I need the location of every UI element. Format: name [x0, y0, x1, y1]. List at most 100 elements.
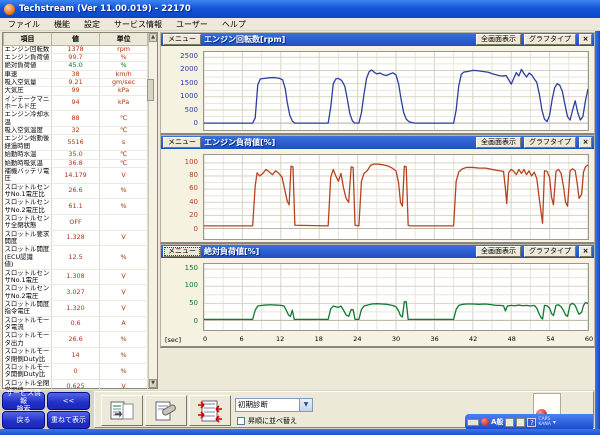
- title-bar[interactable]: Techstream (Ver 11.00.019) - 22170: [0, 0, 600, 18]
- cell-value: 99: [52, 87, 100, 95]
- scrollbar-thumb[interactable]: [147, 79, 154, 101]
- table-row[interactable]: エンジン回転数1378rpm: [4, 45, 148, 53]
- chart-absload-close-icon[interactable]: ×: [579, 246, 592, 257]
- cell-name: 始動時吸気温: [4, 159, 52, 167]
- diagnosis-mode-dropdown[interactable]: 初期診断 ▼: [235, 398, 313, 412]
- chart-rpm-fullscreen-button[interactable]: 全画面表示: [476, 34, 521, 45]
- chevron-down-icon[interactable]: ▼: [299, 399, 312, 411]
- table-row[interactable]: 吸入空気温度32℃: [4, 127, 148, 135]
- table-row[interactable]: スロットルセンサNo.1電圧比26.6%: [4, 183, 148, 199]
- chart-absload-y-axis: 050100150: [161, 263, 203, 331]
- chart-absload-menu-button[interactable]: メニュー: [163, 246, 201, 257]
- cell-name: エンジン冷却水温: [4, 111, 52, 127]
- table-row[interactable]: 大気圧99kPa: [4, 87, 148, 95]
- sort-ascending-checkbox[interactable]: [237, 417, 245, 425]
- chart-absload-graphtype-button[interactable]: グラフタイプ: [524, 246, 576, 257]
- scroll-up-icon[interactable]: ▲: [149, 33, 157, 42]
- ime-help-icon[interactable]: ?: [527, 418, 536, 427]
- ime-dictionary-icon[interactable]: [505, 418, 514, 427]
- menu-file[interactable]: ファイル: [8, 19, 40, 30]
- table-row[interactable]: 始動時吸気温36.8℃: [4, 159, 148, 167]
- chart-rpm-close-icon[interactable]: ×: [579, 34, 592, 45]
- cell-name: スロットルセンサNo.1電圧: [4, 269, 52, 285]
- ime-status-icon[interactable]: [481, 418, 489, 426]
- menu-settings[interactable]: 設定: [84, 19, 100, 30]
- table-row[interactable]: スロットルモータ閉側Duty比14%: [4, 348, 148, 364]
- cell-unit: V: [100, 167, 148, 183]
- menu-help[interactable]: ヘルプ: [222, 19, 246, 30]
- y-axis-label: 500: [185, 106, 198, 114]
- table-row[interactable]: 絶対負荷値45.0%: [4, 62, 148, 70]
- table-row[interactable]: スロットルモータ開側Duty比0%: [4, 363, 148, 379]
- pid-table: 項目 値 単位 エンジン回転数1378rpmエンジン負荷値99.7%絶対負荷値4…: [3, 33, 148, 435]
- sort-ascending-label: 昇順に並べ替え: [248, 416, 297, 426]
- cell-value: 26.6: [52, 183, 100, 199]
- x-axis-tick: 6: [240, 335, 244, 343]
- overlay-display-button[interactable]: 重ねて表示: [47, 411, 90, 429]
- table-row[interactable]: エンジン冷却水温88℃: [4, 111, 148, 127]
- ime-options-chevron-icon[interactable]: ▾: [553, 419, 556, 426]
- column-header-value[interactable]: 値: [52, 33, 100, 45]
- x-axis-tick: 42: [469, 335, 477, 343]
- cell-unit: V: [100, 230, 148, 246]
- cell-value: 1.328: [52, 230, 100, 246]
- service-info-search-button[interactable]: サービス情報 検索: [2, 392, 45, 410]
- column-header-unit[interactable]: 単位: [100, 33, 148, 45]
- x-axis-unit-label: [sec]: [161, 336, 203, 344]
- cell-value: 88: [52, 111, 100, 127]
- sort-ascending-option[interactable]: 昇順に並べ替え: [237, 416, 297, 426]
- x-axis-tick: 36: [430, 335, 438, 343]
- chart-rpm-menu-button[interactable]: メニュー: [163, 34, 201, 45]
- table-row[interactable]: スロットルセンサ全閉状態OFF: [4, 215, 148, 231]
- x-axis-tick: 12: [276, 335, 284, 343]
- table-row[interactable]: 始動時水温35.0℃: [4, 151, 148, 159]
- taskbar-edge: [0, 429, 600, 435]
- table-row[interactable]: スロットルセンサNo.2電圧比61.1%: [4, 199, 148, 215]
- chart-load-close-icon[interactable]: ×: [579, 137, 592, 148]
- table-row[interactable]: スロットル開度指令電圧1.320V: [4, 301, 148, 317]
- back-button[interactable]: 戻る: [2, 411, 45, 429]
- chart-rpm-graphtype-button[interactable]: グラフタイプ: [524, 34, 576, 45]
- ime-tools-icon[interactable]: [516, 418, 525, 427]
- table-row[interactable]: スロットルセンサNo.2電圧3.027V: [4, 285, 148, 301]
- menu-user[interactable]: ユーザー: [176, 19, 208, 30]
- table-row[interactable]: インテークマニホールド圧94kPa: [4, 95, 148, 111]
- ime-language-bar[interactable]: A般 ? CAPS KANA ▾: [465, 414, 593, 430]
- menu-service-info[interactable]: サービス情報: [114, 19, 162, 30]
- chart-load-graphtype-button[interactable]: グラフタイプ: [524, 137, 576, 148]
- compare-data-button[interactable]: [189, 395, 231, 426]
- cell-value: 35.0: [52, 151, 100, 159]
- table-row[interactable]: 車速38km/h: [4, 70, 148, 78]
- ime-mode-label[interactable]: A般: [491, 417, 503, 427]
- table-row[interactable]: スロットルモータ出力26.6%: [4, 332, 148, 348]
- cell-name: スロットルセンサNo.2電圧比: [4, 199, 52, 215]
- ime-caps-kana[interactable]: CAPS KANA: [538, 417, 550, 427]
- table-row[interactable]: スロットル開度(ECU認識 値)12.5%: [4, 246, 148, 269]
- collapse-button[interactable]: <<: [47, 392, 90, 410]
- chart-load-menu-button[interactable]: メニュー: [163, 137, 201, 148]
- scroll-down-icon[interactable]: ▼: [149, 379, 157, 388]
- table-row[interactable]: スロットルモータ電流0.6A: [4, 316, 148, 332]
- cell-unit: %: [100, 62, 148, 70]
- cell-name: スロットルモータ開側Duty比: [4, 363, 52, 379]
- cell-name: スロットルモータ閉側Duty比: [4, 348, 52, 364]
- cell-value: 14.179: [52, 167, 100, 183]
- cell-value: 45.0: [52, 62, 100, 70]
- cell-value: 1.320: [52, 301, 100, 317]
- cell-name: 吸入空気量: [4, 78, 52, 86]
- column-header-item[interactable]: 項目: [4, 33, 52, 45]
- table-row[interactable]: 吸入空気量9.21gm/sec: [4, 78, 148, 86]
- data-list-view-button[interactable]: [101, 395, 143, 426]
- record-data-button[interactable]: [145, 395, 187, 426]
- table-row[interactable]: スロットルセンサNo.1電圧1.308V: [4, 269, 148, 285]
- cell-value: 99.7: [52, 53, 100, 61]
- table-row[interactable]: エンジン負荷値99.7%: [4, 53, 148, 61]
- menu-function[interactable]: 機能: [54, 19, 70, 30]
- cell-unit: %: [100, 199, 148, 215]
- table-row[interactable]: スロットル要求開度1.328V: [4, 230, 148, 246]
- chart-load-fullscreen-button[interactable]: 全画面表示: [476, 137, 521, 148]
- chart-absload-fullscreen-button[interactable]: 全画面表示: [476, 246, 521, 257]
- table-row[interactable]: 補機バッテリ電圧14.179V: [4, 167, 148, 183]
- table-row[interactable]: エンジン始動後経過時間5516s: [4, 135, 148, 151]
- keyboard-icon[interactable]: [467, 419, 479, 426]
